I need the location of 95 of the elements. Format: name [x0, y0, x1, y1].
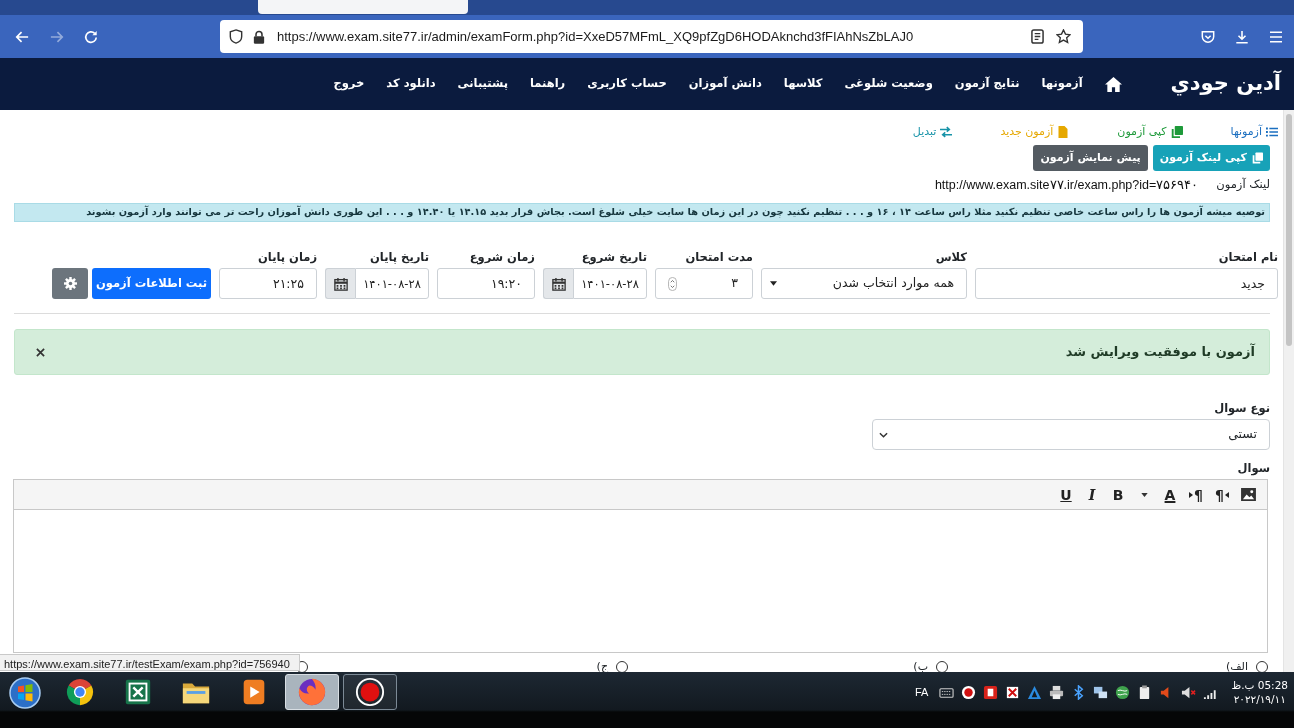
copy-icon[interactable]: [1170, 126, 1183, 138]
reader-icon[interactable]: [1031, 29, 1044, 44]
nav-link[interactable]: آزمونها: [1030, 75, 1094, 93]
nav-link[interactable]: دانلود کد: [375, 75, 447, 93]
site-brand[interactable]: آدین جودي: [1170, 68, 1281, 100]
scrollbar[interactable]: [1283, 110, 1294, 672]
list-icon[interactable]: [1266, 126, 1278, 138]
time-input[interactable]: ۱۹:۲۰: [437, 268, 535, 299]
record-icon[interactable]: [961, 684, 977, 700]
option-label: الف): [1224, 659, 1249, 672]
spinner-icon[interactable]: [668, 276, 677, 291]
calendar-button[interactable]: [325, 268, 355, 299]
toolbar-link[interactable]: تبدیل: [912, 123, 953, 141]
start-orb-icon[interactable]: [9, 677, 41, 709]
nav-link[interactable]: دانش آموزان: [677, 75, 773, 93]
font-color-button[interactable]: A: [1160, 483, 1180, 506]
record-icon[interactable]: [355, 677, 385, 707]
field-label: تاریخ شروع: [580, 251, 647, 264]
tricolor-circle-icon[interactable]: [65, 677, 95, 707]
download-icon[interactable]: [1235, 29, 1249, 44]
text-input[interactable]: جدید: [975, 268, 1278, 299]
home-icon[interactable]: [1104, 76, 1122, 92]
radio-button[interactable]: [1256, 660, 1268, 672]
preview-button[interactable]: پیش نمایش آزمون: [1033, 145, 1148, 171]
field-label: نام امتحان: [1217, 251, 1278, 264]
nav-link[interactable]: کلاسها: [772, 75, 834, 93]
caret-icon[interactable]: [1140, 492, 1148, 497]
question-type-select[interactable]: تستی: [872, 419, 1270, 450]
clock-time[interactable]: 05:28 ب.ظ: [1231, 678, 1288, 692]
underline-button[interactable]: U: [1056, 483, 1076, 506]
printer-icon[interactable]: [1049, 684, 1065, 700]
triangle-icon[interactable]: [1224, 491, 1229, 498]
save-button[interactable]: ثبت اطلاعات آزمون: [92, 268, 211, 299]
close-icon[interactable]: [36, 347, 45, 357]
paragraph-button[interactable]: ¶: [1212, 483, 1232, 506]
taskbar-button[interactable]: [343, 674, 397, 710]
class-select[interactable]: همه موارد انتخاب شدن: [761, 268, 967, 299]
date-input[interactable]: ۱۴۰۱-۰۸-۲۸: [573, 268, 647, 299]
radio-button[interactable]: [616, 660, 628, 672]
language-indicator[interactable]: FA: [915, 683, 929, 701]
nav-link[interactable]: خروج: [322, 75, 376, 93]
field-label: زمان پایان: [257, 251, 317, 264]
date-input[interactable]: ۱۴۰۱-۰۸-۲۸: [355, 268, 429, 299]
toolbar-link[interactable]: کپی آزمون: [1117, 123, 1183, 141]
settings-button[interactable]: [52, 268, 88, 299]
link-label: لینک آزمون: [1216, 176, 1270, 194]
number-input[interactable]: ۳: [655, 268, 753, 299]
field-label: مدت امتحان: [684, 251, 753, 264]
field-label: نوع سوال: [1213, 402, 1270, 415]
time-input[interactable]: ۲۱:۲۵: [219, 268, 317, 299]
triangle-icon[interactable]: [1189, 491, 1194, 498]
italic-button[interactable]: I: [1082, 483, 1102, 506]
nav-link[interactable]: نتایج آزمون: [943, 75, 1031, 93]
toolbar-link[interactable]: آزمونها: [1230, 123, 1278, 141]
tile-icon[interactable]: [983, 684, 999, 700]
nav-link[interactable]: وضعیت شلوغی: [833, 75, 944, 93]
nav-link[interactable]: پشتیبانی: [446, 75, 519, 93]
nav-link[interactable]: حساب کاربری: [576, 75, 678, 93]
shield-icon[interactable]: [229, 29, 243, 44]
clock-date[interactable]: ۲۰۲۲/۱۹/۱۱: [1233, 692, 1286, 706]
option-label: ج): [595, 659, 609, 672]
field-label: کلاس: [934, 251, 967, 264]
radio-button[interactable]: [936, 660, 948, 672]
menu-icon[interactable]: [1269, 30, 1283, 43]
back-icon[interactable]: [15, 29, 29, 44]
calendar-icon[interactable]: [551, 276, 566, 291]
field-label: تاریخ پایان: [369, 251, 429, 264]
notice-alert: توصیه میشه آزمون ها را راس ساعت خاصی تنظیم نکنید مثلا راس ساعت ۱۴ ، ۱۶ و . . . تنظیم نکنید چون در این زمان ها سایت خیلی شلوغ است. بجاش قرار بدید ۱۴.۱۵ یا ۱۴.۴۰ و . . . این طوری دانش آموزان راحت تر می توانند وارد آزمون بشوند: [14, 203, 1270, 222]
calendar-icon[interactable]: [333, 276, 348, 291]
success-message: آزمون با موفقیت ویرایش شد: [1065, 342, 1255, 362]
exam-url: http://www.exam.site۷۷.ir/exam.php?id=۷۵۶۹۴۰: [934, 176, 1199, 194]
cross-tile-icon[interactable]: [1005, 684, 1021, 700]
option-label: ب): [912, 659, 929, 672]
paragraph-button[interactable]: ¶: [1186, 483, 1206, 506]
copy-icon[interactable]: [1252, 152, 1263, 164]
pocket-icon[interactable]: [1201, 29, 1215, 44]
reload-icon[interactable]: [84, 29, 98, 44]
calendar-button[interactable]: [543, 268, 573, 299]
overlapping-squares-icon[interactable]: [1093, 684, 1109, 700]
url-bar[interactable]: https://www.exam.site77.ir/admin/examForm.php?id=XxeD57MFmL_XQ9pfZgD6HODAknchd3fFIAhNsZbLAJ0: [220, 20, 1083, 53]
image-icon[interactable]: [1241, 488, 1256, 501]
gear-icon[interactable]: [63, 277, 77, 290]
caret-icon[interactable]: [770, 281, 777, 286]
nav-link[interactable]: راهنما: [519, 75, 577, 93]
field-label: سوال: [1236, 462, 1270, 475]
globe-icon[interactable]: [1115, 684, 1131, 700]
field-label: زمان شروع: [468, 251, 535, 264]
chevron-down-icon[interactable]: [879, 431, 888, 438]
app-tile-icon[interactable]: [123, 677, 153, 707]
triangle-logo-icon[interactable]: [1027, 684, 1043, 700]
arrows-icon[interactable]: [940, 126, 953, 138]
lock-icon: [253, 29, 265, 44]
status-url: https://www.exam.site77.ir/testExam/exam.php?id=756940: [0, 654, 300, 671]
bold-button[interactable]: B: [1108, 483, 1128, 506]
star-icon[interactable]: [1056, 29, 1071, 44]
